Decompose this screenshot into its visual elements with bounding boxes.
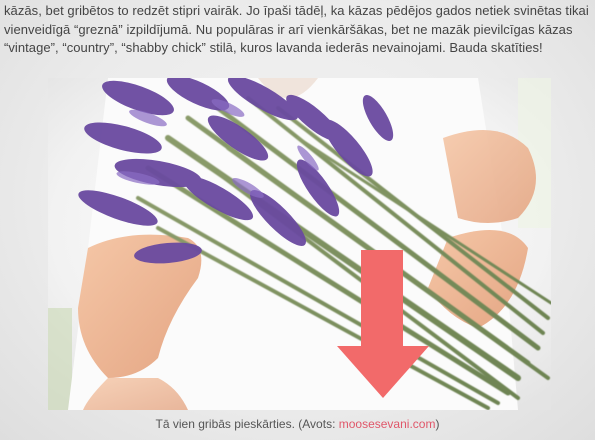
page: kāzās, bet gribētos to redzēt stipri vai… <box>0 0 595 440</box>
lavender-bouquet-image <box>48 78 551 410</box>
caption-text: Tā vien gribās pieskārties. (Avots: <box>155 417 339 431</box>
article-paragraph: kāzās, bet gribētos to redzēt stipri vai… <box>4 2 592 58</box>
arrow-down-icon <box>337 250 429 398</box>
article-line-3: “vintage”, “country”, “shabby chick” sti… <box>4 40 543 56</box>
article-line-2: vienveidīgā “greznā” izpildījumā. Nu pop… <box>4 21 573 37</box>
caption-close-paren: ) <box>435 417 440 431</box>
source-link[interactable]: moosesevani.com <box>339 417 436 431</box>
lavender-photo <box>48 78 551 410</box>
image-caption: Tā vien gribās pieskārties. (Avots: moos… <box>0 417 595 431</box>
article-line-1: kāzās, bet gribētos to redzēt stipri vai… <box>4 3 589 18</box>
